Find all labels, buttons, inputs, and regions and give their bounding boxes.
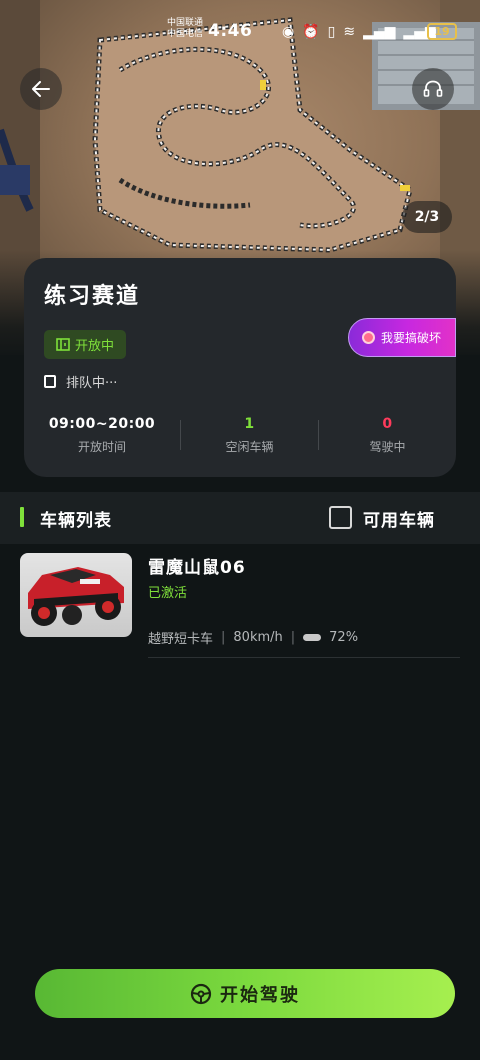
status-time: 4:46: [208, 21, 253, 41]
rc-truck-image: [28, 567, 124, 626]
carrier-1: 中国联通: [167, 18, 204, 28]
queue-text: 排队中···: [66, 376, 118, 391]
customer-service-button[interactable]: [412, 68, 454, 110]
vehicle-speed: 80km/h: [233, 630, 283, 645]
status-icons: ◉ ⏰ ▯ ≋ ▂▄▆ ▂▄▆: [282, 22, 436, 42]
stat-value: 1: [244, 416, 255, 432]
carrier-2: 中国电信: [167, 29, 204, 39]
signal-4g-icon: ▂▄▆: [363, 24, 396, 40]
vehicle-list-item[interactable]: 雷魔山鼠06 已激活 越野短卡车 | 80km/h | 72%: [0, 548, 480, 660]
carrier-text: 中国联通 中国电信: [167, 18, 203, 40]
vehicle-battery: 72%: [329, 630, 359, 645]
battery-icon: 19: [427, 23, 457, 40]
track-title: 练习赛道: [44, 284, 141, 309]
open-status-badge: 开放中: [44, 330, 127, 359]
meta-separator: |: [290, 630, 296, 645]
stat-label: 驾驶中: [369, 440, 406, 454]
break-icon: [362, 331, 375, 344]
open-status-text: 开放中: [75, 339, 115, 354]
headset-icon: [423, 80, 443, 97]
steering-wheel-icon: [190, 983, 212, 1004]
start-driving-button[interactable]: 开始驾驶: [35, 969, 455, 1018]
vehicle-meta: 越野短卡车 | 80km/h | 72%: [148, 628, 358, 647]
track-stats: 09:00~20:00 开放时间 1 空闲车辆 0 驾驶中: [24, 416, 456, 456]
start-driving-label: 开始驾驶: [220, 984, 300, 1006]
section-accent-bar: [20, 507, 24, 527]
vehicle-type: 越野短卡车: [148, 632, 214, 647]
track-info-card: 练习赛道 开放中 排队中··· 09:00~20:00 开放时间 1 空闲车辆 …: [24, 258, 456, 477]
meta-separator: |: [221, 630, 226, 645]
vibrate-icon: ▯: [327, 24, 336, 40]
vehicle-list-header: 车辆列表 可用车辆: [0, 492, 480, 544]
vehicle-list-title: 车辆列表: [40, 511, 112, 531]
door-open-icon: [56, 338, 70, 351]
queue-icon: [44, 375, 56, 388]
eye-icon: ◉: [282, 24, 295, 40]
alarm-icon: ⏰: [302, 24, 320, 40]
stat-label: 开放时间: [77, 440, 126, 454]
vehicle-thumbnail: [20, 553, 132, 637]
break-stuff-label: 我要搞破坏: [381, 331, 442, 345]
stat-open-hours: 09:00~20:00 开放时间: [24, 416, 180, 456]
stat-value: 0: [382, 416, 393, 432]
arrow-left-icon: [32, 81, 50, 97]
wifi-icon: ≋: [343, 24, 356, 40]
stat-driving: 0 驾驶中: [319, 416, 456, 456]
back-button[interactable]: [20, 68, 62, 110]
stat-label: 空闲车辆: [225, 440, 274, 454]
vehicle-name: 雷魔山鼠06: [148, 558, 246, 578]
battery-level-icon: [303, 634, 322, 641]
vehicle-status: 已激活: [148, 586, 188, 601]
status-bar: 中国联通 中国电信 4:46 ◉ ⏰ ▯ ≋ ▂▄▆ ▂▄▆ 19: [0, 0, 480, 48]
available-only-label[interactable]: 可用车辆: [363, 506, 435, 531]
stat-idle-vehicles: 1 空闲车辆: [181, 416, 318, 456]
image-pager: 2/3: [402, 201, 452, 233]
row-divider: [148, 657, 460, 658]
stat-value: 09:00~20:00: [48, 416, 156, 432]
available-only-checkbox[interactable]: [329, 506, 352, 529]
break-stuff-button[interactable]: 我要搞破坏: [348, 318, 456, 357]
queue-status: 排队中···: [44, 372, 117, 391]
